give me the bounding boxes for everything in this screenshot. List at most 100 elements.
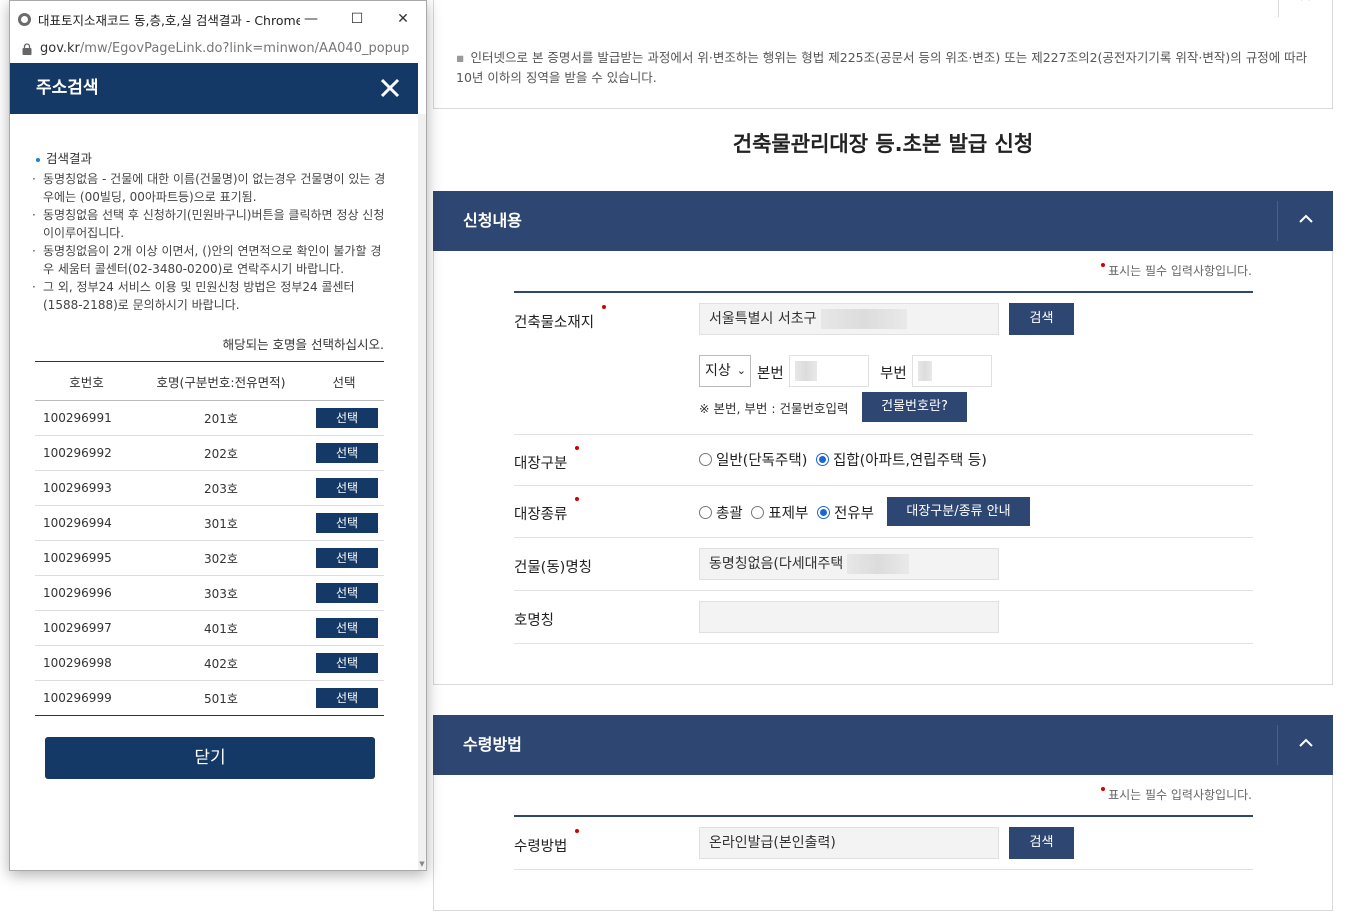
minimize-button[interactable]: —: [288, 5, 334, 33]
address-bar[interactable]: gov.kr/mw/EgovPageLink.do?link=minwon/AA…: [10, 37, 426, 63]
required-dot-icon: [1101, 263, 1106, 267]
section-title: 수령방법: [463, 735, 522, 754]
row-divider: [514, 434, 1253, 435]
form-top-border: [514, 291, 1253, 293]
column-header-unit-name: 호명(구분번호:전유면적): [138, 361, 304, 401]
table-row: 100296993 203호 선택: [35, 470, 384, 506]
ledger-kind-summary-radio[interactable]: [699, 506, 712, 519]
select-button[interactable]: 선택: [316, 478, 378, 498]
select-button[interactable]: 선택: [316, 548, 378, 568]
window-title: 대표토지소재코드 동,층,호,실 검색결과 - Chrome: [38, 13, 300, 28]
bullet-icon: [36, 157, 40, 162]
select-button[interactable]: 선택: [316, 653, 378, 673]
scrollbar[interactable]: ▼: [418, 114, 426, 870]
location-field[interactable]: 서울특별시 서초구: [699, 303, 999, 335]
unit-no-cell: 100296991: [35, 400, 138, 436]
unit-no-cell: 100296997: [35, 610, 138, 646]
form-top-border: [514, 815, 1253, 817]
select-button[interactable]: 선택: [316, 443, 378, 463]
maximize-button[interactable]: ☐: [334, 5, 380, 33]
main-no-input[interactable]: [789, 355, 869, 387]
required-note: 표시는 필수 입력사항입니다.: [1108, 264, 1252, 278]
ledger-type-collective-radio[interactable]: [815, 453, 829, 466]
unit-name-cell: 402호: [138, 645, 304, 681]
ledger-kind-title-radio[interactable]: [751, 506, 765, 519]
unit-no-cell: 100296998: [35, 645, 138, 681]
location-label: 건축물소재지: [514, 315, 595, 331]
close-button[interactable]: 닫기: [45, 737, 375, 779]
unit-name-cell: 303호: [138, 575, 304, 611]
select-button[interactable]: 선택: [316, 583, 378, 603]
section-header-receipt: 수령방법: [433, 715, 1333, 775]
row-divider: [514, 485, 1253, 486]
ledger-kind-summary-label: 총괄: [716, 506, 743, 522]
building-name-field[interactable]: 동명칭없음(다세대주택: [699, 548, 999, 580]
collapse-toggle-button[interactable]: [1277, 201, 1333, 241]
table-row: 100296994 301호 선택: [35, 505, 384, 541]
land-type-select[interactable]: 지상 ⌄: [699, 355, 751, 387]
building-name-value: 동명칭없음(다세대주택: [709, 556, 844, 572]
bullet-icon: ▪: [456, 50, 465, 65]
popup-title: 주소검색: [36, 78, 99, 98]
unit-name-cell: 203호: [138, 470, 304, 506]
chevron-up-icon: [1298, 738, 1313, 747]
unit-name-cell: 201호: [138, 400, 304, 436]
select-button[interactable]: 선택: [316, 408, 378, 428]
section-body-receipt: 표시는 필수 입력사항입니다. 수령방법 온라인발급(본인출력) 검색: [433, 775, 1333, 911]
ledger-kind-label: 대장종류: [514, 507, 568, 523]
table-row: 100296991 201호 선택: [35, 400, 384, 436]
popup-content: 검색결과 동명칭없음 - 건물에 대한 이름(건물명)이 없는경우 건물명이 있…: [10, 114, 418, 870]
popup-window: 대표토지소재코드 동,층,호,실 검색결과 - Chrome — ☐ ✕ gov…: [9, 0, 427, 871]
ledger-kind-unit-radio[interactable]: [816, 506, 830, 519]
guide-item: 그 외, 정부24 서비스 이용 및 민원신청 방법은 정부24 콜센터 (15…: [32, 278, 392, 314]
guide-item: 동명칭없음 - 건물에 대한 이름(건물명)이 없는경우 건물명이 있는 경우에…: [32, 170, 392, 206]
sub-no-input[interactable]: [912, 355, 992, 387]
collapse-toggle-button[interactable]: [1277, 725, 1333, 765]
table-header-row: 호번호 호명(구분번호:전유면적) 선택: [35, 361, 384, 401]
receipt-method-label: 수령방법: [514, 839, 568, 855]
required-dot-icon: [575, 446, 580, 450]
section-body-application: 표시는 필수 입력사항입니다. 건축물소재지 서울특별시 서초구 검색 지상 ⌄ …: [433, 251, 1333, 685]
row-divider: [514, 590, 1253, 591]
ledger-type-general-radio[interactable]: [699, 453, 712, 466]
column-header-unit-no: 호번호: [35, 361, 138, 401]
unit-name-field[interactable]: [699, 601, 999, 633]
receipt-method-field[interactable]: 온라인발급(본인출력): [699, 827, 999, 859]
required-note: 표시는 필수 입력사항입니다.: [1108, 788, 1252, 802]
unit-name-label: 호명칭: [514, 613, 555, 629]
row-divider: [514, 869, 1253, 870]
ledger-guide-button[interactable]: 대장구분/종류 안내: [887, 497, 1030, 526]
unit-no-cell: 100296994: [35, 505, 138, 541]
redacted-block: [820, 309, 907, 329]
table-row: 100296996 303호 선택: [35, 575, 384, 611]
window-close-button[interactable]: ✕: [380, 5, 426, 33]
required-dot-icon: [575, 497, 580, 501]
ledger-type-group: 일반(단독주택) 집합(아파트,연립주택 등): [699, 449, 991, 470]
ledger-type-general-label: 일반(단독주택): [716, 453, 808, 469]
receipt-search-button[interactable]: 검색: [1009, 827, 1074, 859]
building-name-label: 건물(동)명칭: [514, 560, 593, 576]
section-header-application: 신청내용: [433, 191, 1333, 251]
row-divider: [514, 537, 1253, 538]
redacted-block: [847, 554, 910, 574]
table-row: 100296999 501호 선택: [35, 680, 384, 716]
chevron-up-icon: [1298, 214, 1313, 223]
close-icon[interactable]: [378, 76, 402, 100]
select-button[interactable]: 선택: [316, 513, 378, 533]
location-search-button[interactable]: 검색: [1009, 303, 1074, 335]
guide-item: 동명칭없음 선택 후 신청하기(민원바구니)버튼을 클릭하면 정상 신청이이루어…: [32, 206, 392, 242]
unit-no-cell: 100296995: [35, 540, 138, 576]
warning-notice: × ▪인터넷으로 본 증명서를 발급받는 과정에서 위·변조하는 행위는 형법 …: [433, 0, 1333, 109]
globe-icon: [18, 13, 31, 26]
column-header-select: 선택: [304, 361, 384, 401]
notice-close-icon[interactable]: ×: [1278, 0, 1332, 17]
building-no-help-button[interactable]: 건물번호란?: [862, 392, 967, 422]
page-title: 건축물관리대장 등.초본 발급 신청: [732, 132, 1034, 156]
required-dot-icon: [1101, 787, 1106, 791]
scroll-down-icon[interactable]: ▼: [418, 860, 426, 868]
guide-item: 동명칭없음이 2개 이상 이면서, ()안의 연면적으로 확인이 불가할 경우 …: [32, 242, 392, 278]
ledger-type-label: 대장구분: [514, 456, 568, 472]
unit-name-cell: 202호: [138, 435, 304, 471]
select-button[interactable]: 선택: [316, 618, 378, 638]
select-button[interactable]: 선택: [316, 688, 378, 708]
